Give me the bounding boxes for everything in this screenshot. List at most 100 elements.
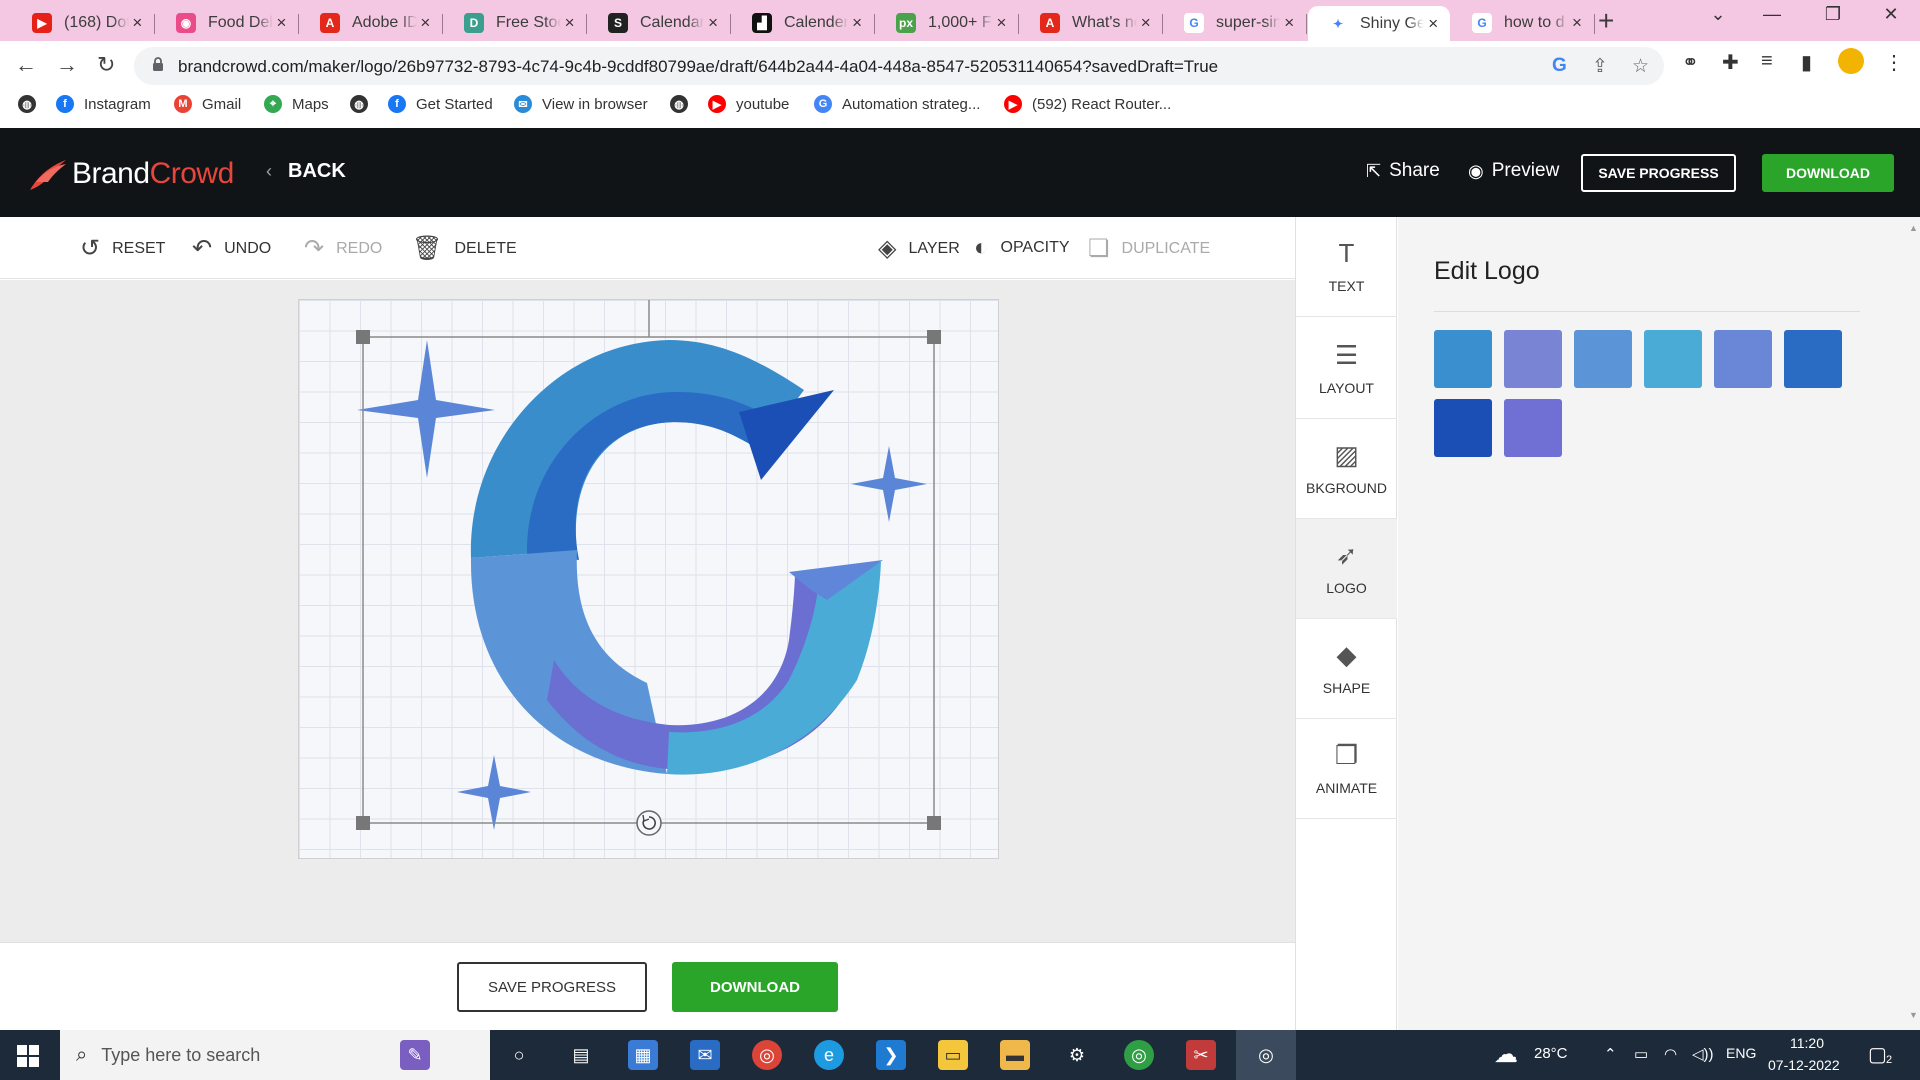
notifications-icon[interactable]: ▢ [1868, 1042, 1887, 1067]
color-swatch[interactable] [1644, 330, 1702, 388]
tab-close-icon[interactable]: × [417, 13, 434, 33]
bottom-save-progress-button[interactable]: SAVE PROGRESS [457, 962, 647, 1012]
media-control-icon[interactable]: ≡ [1761, 50, 1773, 73]
rail-item-layout[interactable]: ☰ LAYOUT [1296, 319, 1397, 419]
language-indicator[interactable]: ENG [1726, 1045, 1756, 1061]
browser-menu-icon[interactable]: ⋮ [1884, 50, 1904, 75]
tab-close-icon[interactable]: × [1424, 14, 1442, 34]
bookmark-item[interactable]: ◍ [670, 95, 698, 113]
back-button[interactable]: ‹ BACK [266, 160, 346, 183]
address-bar[interactable]: brandcrowd.com/maker/logo/26b97732-8793-… [134, 47, 1664, 85]
settings-icon[interactable]: ⚙ [1062, 1040, 1092, 1070]
task-view-icon[interactable]: ▤ [566, 1040, 596, 1070]
minimize-icon[interactable]: — [1749, 4, 1795, 25]
share-page-icon[interactable]: ⇪ [1592, 55, 1608, 78]
tray-chevron-icon[interactable]: ⌃ [1604, 1045, 1617, 1063]
tab-close-icon[interactable]: × [561, 13, 578, 33]
tab-close-icon[interactable]: × [1137, 13, 1154, 33]
undo-button[interactable]: ↶ UNDO [192, 234, 271, 263]
rail-item-animate[interactable]: ❐ ANIMATE [1296, 719, 1397, 819]
paint-app-icon[interactable]: ✂ [1186, 1040, 1216, 1070]
browser-tab[interactable]: ✦ Shiny Ge × [1308, 6, 1450, 41]
tab-close-icon[interactable]: × [273, 13, 290, 33]
clock-date[interactable]: 07-12-2022 [1768, 1057, 1840, 1073]
browser-tab[interactable]: ◉ Food Deli × [156, 6, 299, 40]
color-swatch[interactable] [1504, 399, 1562, 457]
share-button[interactable]: ⇱ Share [1366, 160, 1440, 182]
bookmark-item[interactable]: ◍ [350, 95, 378, 113]
chrome-icon[interactable]: ◎ [752, 1040, 782, 1070]
tab-close-icon[interactable]: × [848, 13, 866, 33]
bookmark-item[interactable]: f Instagram [56, 95, 151, 113]
browser-tab[interactable]: ▟ Calender × [732, 6, 875, 40]
browser-tab[interactable]: ▶ (168) Dot × [12, 6, 155, 40]
bottom-download-button[interactable]: DOWNLOAD [672, 962, 838, 1012]
browser-tab[interactable]: A What's ne × [1020, 6, 1163, 40]
rail-item-bkground[interactable]: ▨ BKGROUND [1296, 419, 1397, 519]
preview-button[interactable]: ◉ Preview [1468, 160, 1559, 182]
color-swatch[interactable] [1574, 330, 1632, 388]
rail-item-logo[interactable]: ➶ LOGO [1296, 519, 1397, 619]
side-panel-icon[interactable]: ▮ [1801, 50, 1812, 75]
brandcrowd-logo[interactable]: Brand Crowd [26, 154, 234, 194]
chrome-active-icon[interactable]: ◎ [1236, 1030, 1296, 1080]
color-swatch[interactable] [1434, 399, 1492, 457]
browser-tab[interactable]: A Adobe ID × [300, 6, 443, 40]
bookmark-item[interactable]: ▶ (592) React Router... [1004, 95, 1171, 113]
forward-arrow-icon[interactable]: → [56, 52, 78, 78]
delete-button[interactable]: 🗑 DELETE [412, 234, 517, 263]
clock-time[interactable]: 11:20 [1790, 1035, 1824, 1051]
news-widget-icon[interactable]: ✎ [400, 1040, 430, 1070]
color-swatch[interactable] [1714, 330, 1772, 388]
tab-close-icon[interactable]: × [1280, 13, 1298, 33]
mail-app-icon[interactable]: ✉ [690, 1040, 720, 1070]
logo-artboard[interactable] [298, 299, 999, 859]
bookmark-item[interactable]: ◍ [18, 95, 46, 113]
tab-close-icon[interactable]: × [993, 13, 1010, 33]
bookmark-item[interactable]: ✉ View in browser [514, 95, 648, 113]
temperature[interactable]: 28°C [1534, 1045, 1568, 1062]
cortana-icon[interactable]: ○ [504, 1040, 534, 1070]
google-lens-icon[interactable]: G [1552, 55, 1567, 77]
store-icon[interactable]: ▦ [628, 1040, 658, 1070]
duplicate-button[interactable]: ❏ DUPLICATE [1088, 234, 1210, 263]
edge-icon[interactable]: e [814, 1040, 844, 1070]
reset-button[interactable]: ↺ RESET [80, 234, 165, 263]
opacity-button[interactable]: ◐ OPACITY [974, 234, 1070, 262]
profile-avatar[interactable] [1838, 48, 1864, 74]
chrome-profile-icon[interactable]: ◎ [1124, 1040, 1154, 1070]
volume-icon[interactable]: ◁)) [1692, 1045, 1714, 1063]
back-arrow-icon[interactable]: ← [15, 52, 37, 78]
redo-button[interactable]: ↷ REDO [304, 234, 382, 263]
tab-close-icon[interactable]: × [1568, 13, 1586, 33]
browser-tab[interactable]: S Calendar × [588, 6, 731, 40]
layer-button[interactable]: ◈ LAYER [878, 234, 960, 263]
bookmark-item[interactable]: M Gmail [174, 95, 241, 113]
wifi-icon[interactable]: ◠ [1664, 1045, 1677, 1063]
new-tab-button[interactable]: + [1598, 5, 1614, 37]
header-save-progress-button[interactable]: SAVE PROGRESS [1581, 154, 1736, 192]
color-swatch[interactable] [1504, 330, 1562, 388]
file-explorer-icon[interactable]: ▬ [1000, 1040, 1030, 1070]
extension-link-icon[interactable]: ⚭ [1682, 50, 1699, 75]
browser-tab[interactable]: Gsuper-sin × [1164, 6, 1307, 40]
close-window-icon[interactable]: ✕ [1868, 4, 1914, 25]
tab-close-icon[interactable]: × [704, 13, 722, 33]
tab-search-icon[interactable]: ⌄ [1695, 4, 1741, 25]
bookmark-star-icon[interactable]: ☆ [1632, 55, 1649, 78]
vscode-icon[interactable]: ❯ [876, 1040, 906, 1070]
bookmark-item[interactable]: ⌖ Maps [264, 95, 329, 113]
weather-icon[interactable]: ☁ [1494, 1040, 1518, 1069]
extensions-puzzle-icon[interactable]: ✚ [1722, 50, 1739, 75]
bookmark-item[interactable]: G Automation strateg... [814, 95, 980, 113]
battery-icon[interactable]: ▭ [1634, 1045, 1648, 1063]
sticky-notes-icon[interactable]: ▭ [938, 1040, 968, 1070]
rail-item-shape[interactable]: ◆ SHAPE [1296, 619, 1397, 719]
windows-start-icon[interactable] [17, 1045, 39, 1067]
restore-icon[interactable]: ❐ [1810, 4, 1856, 25]
bookmark-item[interactable]: f Get Started [388, 95, 493, 113]
header-download-button[interactable]: DOWNLOAD [1762, 154, 1894, 192]
browser-tab[interactable]: D Free Stoc × [444, 6, 587, 40]
browser-tab[interactable]: px 1,000+ Fr × [876, 6, 1019, 40]
browser-tab[interactable]: Ghow to d × [1452, 6, 1595, 40]
